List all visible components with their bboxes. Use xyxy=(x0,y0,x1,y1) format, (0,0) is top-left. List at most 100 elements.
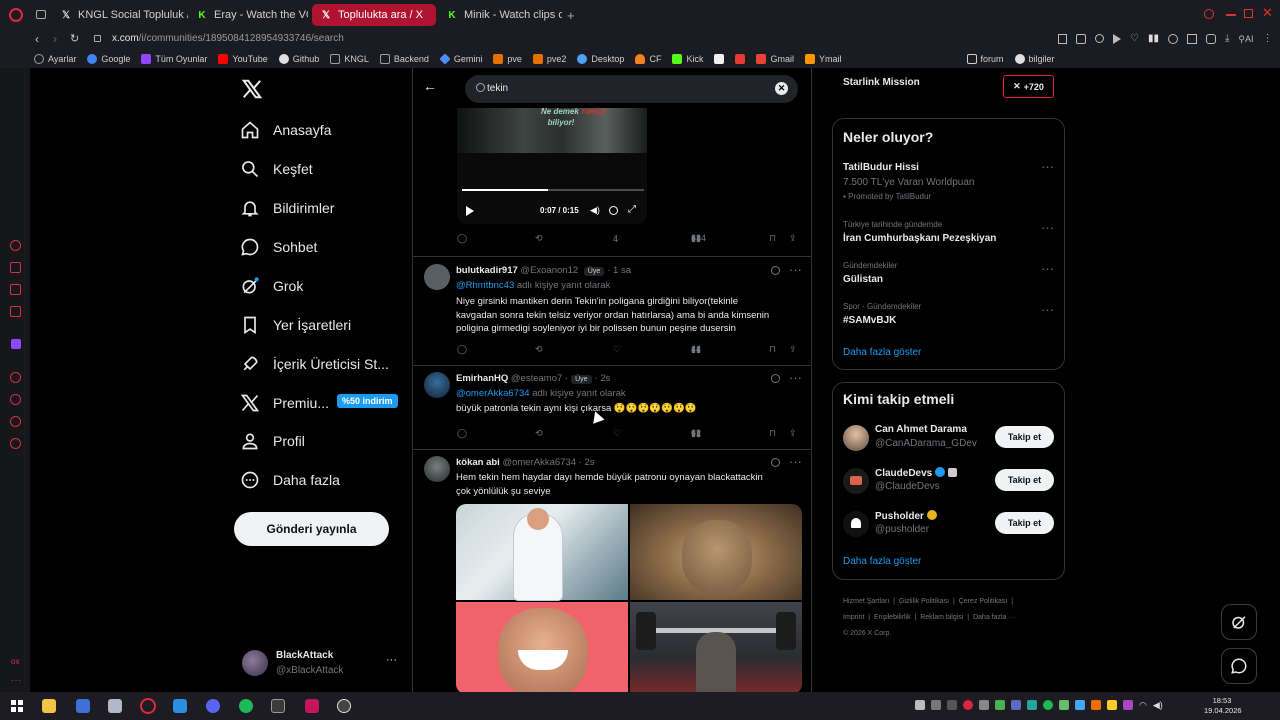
obs-icon[interactable] xyxy=(337,699,351,713)
follow-button[interactable]: Takip et xyxy=(995,426,1054,448)
search-tabs-icon[interactable] xyxy=(1204,9,1214,19)
grok-icon[interactable] xyxy=(771,458,780,467)
tray-icon[interactable] xyxy=(1011,700,1021,710)
tab-0[interactable]: 𝕏KNGL Social Topluluk / X xyxy=(52,4,188,26)
menu-icon[interactable]: ⋮ xyxy=(1263,34,1273,44)
video-player[interactable]: Ne demek TÜRKÇE biliyor! 0:07 / 0:15 ◀) … xyxy=(457,96,647,224)
post-image[interactable] xyxy=(630,504,802,600)
x-logo-icon[interactable] xyxy=(241,78,263,100)
trend-item[interactable]: Gündemdekiler Gülistan ··· xyxy=(843,261,1057,291)
more-icon[interactable]: ··· xyxy=(1041,302,1054,317)
tray-icon[interactable] xyxy=(1075,700,1085,710)
play-button[interactable] xyxy=(466,206,474,216)
bookmark-desktop[interactable]: Desktop xyxy=(577,54,624,64)
bookmark-kngl[interactable]: KNGL xyxy=(330,54,369,64)
bars-icon[interactable]: ▮▮ xyxy=(1148,34,1159,44)
repost-icon[interactable]: ⟲ xyxy=(535,344,543,355)
bookmark-forum[interactable]: forum xyxy=(966,54,1004,64)
clock[interactable]: 18:53 19.04.2026 xyxy=(1204,696,1242,716)
more-icon[interactable]: ··· xyxy=(789,262,802,277)
file-explorer-icon[interactable] xyxy=(42,699,56,713)
account-switcher[interactable]: BlackAttack @xBlackAttack ··· xyxy=(240,648,402,680)
more-icon[interactable]: ··· xyxy=(1041,261,1054,276)
bookmark-icon[interactable]: ⊓ xyxy=(769,233,776,244)
bookmark-bilgiler[interactable]: bilgiler xyxy=(1014,54,1055,64)
maximize-button[interactable] xyxy=(1244,9,1253,18)
share-icon[interactable]: ⇪ xyxy=(789,428,797,439)
download-icon[interactable]: ⤓ xyxy=(1225,34,1229,44)
grok-float-button[interactable] xyxy=(1221,604,1257,640)
windows-start-icon[interactable] xyxy=(11,700,23,712)
cube-icon[interactable] xyxy=(1186,34,1197,44)
back-icon[interactable]: ‹ xyxy=(35,32,39,46)
show-more-link[interactable]: Daha fazla göster xyxy=(843,556,921,567)
trend-item[interactable]: Spor · Gündemdekiler #SAMvBJK ··· xyxy=(843,302,1057,332)
tabs-menu-icon[interactable] xyxy=(36,10,46,19)
reload-icon[interactable]: ↻ xyxy=(70,32,79,45)
terminal-icon[interactable] xyxy=(271,699,285,713)
reply-icon[interactable]: ◯ xyxy=(457,233,467,244)
post-image[interactable] xyxy=(630,602,802,692)
promo-badge[interactable]: ✕ +720 xyxy=(1003,75,1054,98)
nav-explore[interactable]: Keşfet xyxy=(240,159,313,179)
bookmark-pve2[interactable]: pve2 xyxy=(532,54,566,64)
reply-icon[interactable]: ◯ xyxy=(457,344,467,355)
nav-bookmarks[interactable]: Yer İşaretleri xyxy=(240,315,351,335)
tray-icon[interactable] xyxy=(931,700,941,710)
bookmark-backend[interactable]: Backend xyxy=(379,54,429,64)
vpn-icon[interactable] xyxy=(1205,34,1216,44)
bookmark-google[interactable]: Google xyxy=(87,54,130,64)
settings-sidebar-icon[interactable] xyxy=(10,438,21,449)
bookmark-14[interactable] xyxy=(735,54,746,64)
back-arrow-icon[interactable]: ← xyxy=(423,78,437,94)
post[interactable]: bulutkadir917 @Exoanon12 Üye · 1 sa ··· @… xyxy=(413,257,811,365)
fullscreen-icon[interactable]: ⤢ xyxy=(628,204,636,215)
bookmark-cf[interactable]: CF xyxy=(635,54,661,64)
twitch-sidebar-icon[interactable] xyxy=(11,339,21,349)
tray-icon[interactable] xyxy=(1043,700,1053,710)
trend-item[interactable]: Türkiye tarihinde gündemde İran Cumhurba… xyxy=(843,220,1057,250)
camera-icon[interactable] xyxy=(1076,34,1086,44)
bookmark-youtube[interactable]: YouTube xyxy=(218,54,268,64)
extensions-icon[interactable] xyxy=(1167,34,1178,44)
bookmark-gemini[interactable]: Gemini xyxy=(439,53,482,65)
forward-icon[interactable]: › xyxy=(53,32,57,46)
nav-chat[interactable]: Sohbet xyxy=(240,237,317,257)
show-more-link[interactable]: Daha fazla göster xyxy=(843,347,921,358)
nav-profile[interactable]: Profil xyxy=(240,431,305,451)
volume-icon[interactable]: ◀) xyxy=(590,205,600,216)
ai-icon[interactable]: ⚲AI xyxy=(1238,34,1253,44)
sidebar-dots-icon[interactable]: ··· xyxy=(11,675,21,686)
trend-item[interactable]: TatilBudur Hissi 7.500 TL'ye Varan World… xyxy=(843,159,1057,205)
follow-suggestion[interactable]: Pusholder @pusholder Takip et xyxy=(843,509,1057,539)
bookmark-ymail[interactable]: Ymail xyxy=(804,54,842,64)
bookmark-gmail[interactable]: Gmail xyxy=(756,54,794,64)
video-progress-track[interactable] xyxy=(462,189,644,191)
wifi-icon[interactable]: ◠ xyxy=(1139,700,1147,710)
bookmark-icon[interactable]: ⊓ xyxy=(769,428,776,439)
tray-icon[interactable] xyxy=(979,700,989,710)
tab-3[interactable]: KMinik - Watch clips on Kic xyxy=(438,4,562,26)
bookmark-icon[interactable]: ⊓ xyxy=(769,344,776,355)
minimize-button[interactable] xyxy=(1226,14,1236,16)
post[interactable]: EmirhanHQ @esteamo7 · Üye · 2s ··· @omerAk… xyxy=(413,366,811,452)
share-icon[interactable]: ⇪ xyxy=(789,233,797,244)
tray-icon[interactable] xyxy=(1091,700,1101,710)
views-stat[interactable]: ▮▮ 634 xyxy=(691,233,706,244)
close-window-button[interactable]: ✕ xyxy=(1262,5,1273,21)
tray-icon[interactable] xyxy=(1107,700,1117,710)
nav-more[interactable]: Daha fazla xyxy=(240,470,340,490)
views-stat[interactable]: ▮▮ 44 xyxy=(691,344,701,355)
sidebar-icon-8[interactable] xyxy=(10,416,21,427)
tray-icon[interactable] xyxy=(1123,700,1133,710)
tray-icon[interactable] xyxy=(963,700,973,710)
spotify-icon[interactable] xyxy=(239,699,253,713)
post-image[interactable] xyxy=(456,504,628,600)
grok-icon[interactable] xyxy=(771,266,780,275)
app-icon[interactable] xyxy=(76,699,90,713)
tray-icon[interactable] xyxy=(915,700,925,710)
nav-grok[interactable]: Grok xyxy=(240,276,303,296)
search-page-icon[interactable] xyxy=(1095,34,1104,43)
sidebar-icon-1[interactable] xyxy=(10,240,21,251)
opera-taskbar-icon[interactable] xyxy=(140,698,156,714)
